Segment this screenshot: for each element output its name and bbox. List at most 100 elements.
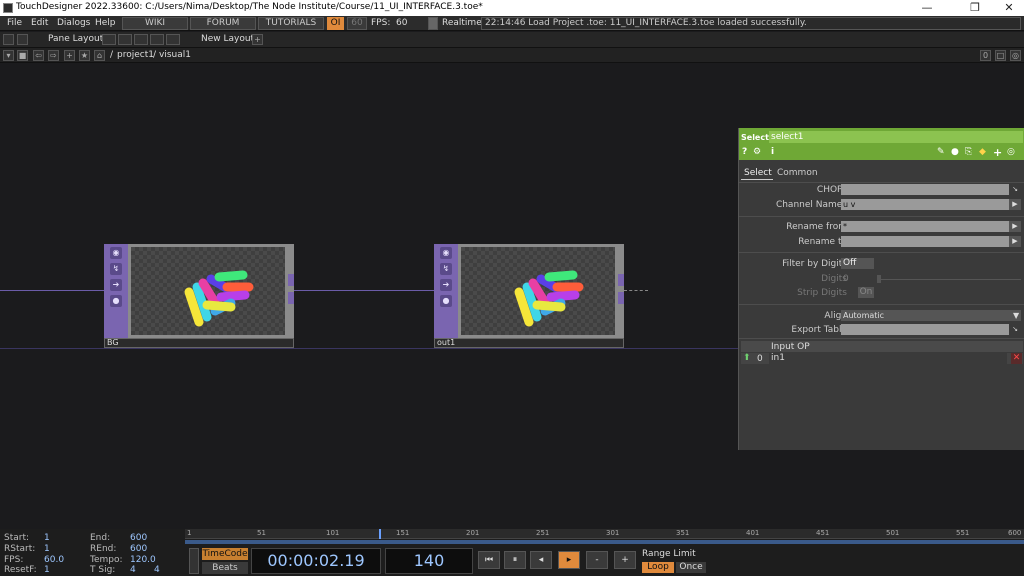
menu-file[interactable]: File [7, 18, 22, 28]
strip-digits-toggle[interactable]: On [858, 287, 874, 298]
pane-options-icon[interactable]: ◎ [1010, 50, 1021, 61]
step-plus-icon[interactable]: + [614, 551, 636, 569]
chops-browse-icon[interactable]: ↘ [1009, 184, 1021, 195]
new-layout-label[interactable]: New Layout [201, 34, 254, 44]
tab-common[interactable]: Common [777, 168, 818, 178]
node-bg[interactable]: ◉ ↯ ➔ ● BG [104, 244, 294, 348]
rewind-icon[interactable]: ⏮ [478, 551, 500, 569]
channel-names-field[interactable]: u v [841, 199, 1009, 210]
realtime-checkbox[interactable] [428, 17, 438, 30]
tempo-value[interactable]: 120.0 [130, 555, 156, 565]
channel-names-menu-icon[interactable]: ▶ [1009, 199, 1021, 210]
node-viewer-icon[interactable]: ◉ [110, 247, 122, 259]
menu-dialogs[interactable]: Dialogs [57, 18, 90, 28]
rename-from-field[interactable]: * [841, 221, 1009, 232]
remove-input-icon[interactable]: ✕ [1011, 353, 1022, 364]
fps-cap[interactable]: 60 [347, 17, 367, 30]
layout-split-h-icon[interactable] [118, 34, 132, 45]
timeline-toggle[interactable] [189, 548, 199, 574]
rename-from-menu-icon[interactable]: ▶ [1009, 221, 1021, 232]
step-back-icon[interactable]: ◂ [530, 551, 552, 569]
digits-slider-track[interactable] [881, 279, 1021, 280]
node-bypass-icon[interactable]: ↯ [440, 263, 452, 275]
node-name[interactable]: out1 [434, 338, 624, 348]
timeline-ruler[interactable]: 1 51 101 151 201 251 301 351 401 451 501… [185, 529, 1024, 539]
beats-mode-button[interactable]: Beats [202, 562, 248, 574]
path-root[interactable]: / [110, 50, 113, 60]
node-out1[interactable]: ◉ ↯ ➔ ● out1 [434, 244, 624, 348]
rstart-value[interactable]: 1 [44, 544, 50, 554]
add-layout-button[interactable]: + [252, 34, 263, 45]
tsig-b-value[interactable]: 4 [154, 565, 160, 575]
digits-value[interactable]: 0 [843, 274, 849, 284]
path-project[interactable]: project1 [117, 50, 154, 60]
forum-button[interactable]: FORUM [190, 17, 256, 30]
pause-icon[interactable]: ⏸ [504, 551, 526, 569]
input-op-field[interactable]: in1 [769, 353, 1007, 364]
tutorials-button[interactable]: TUTORIALS [258, 17, 324, 30]
maximize-button[interactable]: ❐ [960, 1, 990, 14]
tsig-a-value[interactable]: 4 [130, 565, 136, 575]
menu-help[interactable]: Help [95, 18, 116, 28]
close-button[interactable]: ✕ [994, 1, 1024, 14]
layout-quad-icon[interactable] [166, 34, 180, 45]
step-minus-icon[interactable]: - [586, 551, 608, 569]
menu-edit[interactable]: Edit [31, 18, 48, 28]
input-arrow-icon[interactable]: ⬆ [743, 353, 751, 363]
node-viewer-icon[interactable]: ◉ [440, 247, 452, 259]
forward-icon[interactable]: ⇨ [48, 50, 59, 61]
node-bypass-icon[interactable]: ↯ [110, 263, 122, 275]
chevron-down-icon[interactable]: ▼ [1013, 311, 1019, 320]
end-value[interactable]: 600 [130, 533, 147, 543]
start-value[interactable]: 1 [44, 533, 50, 543]
node-clone-icon[interactable]: ● [440, 295, 452, 307]
node-display-icon[interactable]: ➔ [440, 279, 452, 291]
tab-select[interactable]: Select [744, 168, 772, 178]
rename-to-menu-icon[interactable]: ▶ [1009, 236, 1021, 247]
layout-split-v-icon[interactable] [134, 34, 148, 45]
target-icon[interactable]: ◎ [1007, 147, 1015, 157]
fps-value[interactable]: 60.0 [44, 555, 64, 565]
layout-triple-icon[interactable] [150, 34, 164, 45]
back-icon[interactable]: ⇦ [33, 50, 44, 61]
clone-icon[interactable]: ⎘ [965, 147, 972, 157]
op-name-field[interactable]: select1 [769, 131, 1023, 143]
rename-to-field[interactable] [841, 236, 1009, 247]
edit-icon[interactable]: ✎ [937, 147, 945, 157]
filter-digits-toggle[interactable]: Off [841, 258, 874, 269]
path-current[interactable]: visual1 [159, 50, 191, 60]
align-dropdown[interactable]: Automatic [841, 310, 1021, 321]
stop-icon[interactable]: ■ [17, 50, 28, 61]
python-icon[interactable]: ◆ [979, 147, 986, 157]
playhead[interactable] [379, 529, 381, 539]
timecode-mode-button[interactable]: TimeCode [202, 548, 248, 560]
help-icon[interactable]: ? [742, 147, 747, 157]
node-display-icon[interactable]: ➔ [110, 279, 122, 291]
range-bar[interactable] [185, 540, 1024, 544]
home-icon[interactable]: ⌂ [94, 50, 105, 61]
resetf-value[interactable]: 1 [44, 565, 50, 575]
add-icon[interactable]: + [64, 50, 75, 61]
comment-icon[interactable]: ● [951, 147, 959, 157]
network-menu-icon[interactable]: ▾ [3, 50, 14, 61]
timecode-display[interactable]: 00:00:02.19 [251, 548, 381, 574]
pane-icon-b[interactable] [17, 34, 28, 45]
add-param-icon[interactable]: + [993, 146, 1002, 159]
bookmark-star-icon[interactable]: ★ [79, 50, 90, 61]
pane-icon-a[interactable] [3, 34, 14, 45]
play-icon[interactable]: ▸ [558, 551, 580, 569]
layout-single-icon[interactable] [102, 34, 116, 45]
export-table-browse-icon[interactable]: ↘ [1009, 324, 1021, 335]
oi-button[interactable]: OI [327, 17, 344, 30]
wiki-button[interactable]: WIKI [122, 17, 188, 30]
minimize-button[interactable]: — [912, 1, 942, 14]
python-help-icon[interactable]: ⚙ [753, 147, 761, 157]
rend-value[interactable]: 600 [130, 544, 147, 554]
frame-display[interactable]: 140 [385, 548, 473, 574]
once-button[interactable]: Once [676, 562, 706, 573]
export-table-field[interactable] [841, 324, 1009, 335]
info-icon[interactable]: i [771, 147, 774, 157]
loop-button[interactable]: Loop [642, 562, 674, 573]
chops-field[interactable] [841, 184, 1009, 195]
node-clone-icon[interactable]: ● [110, 295, 122, 307]
